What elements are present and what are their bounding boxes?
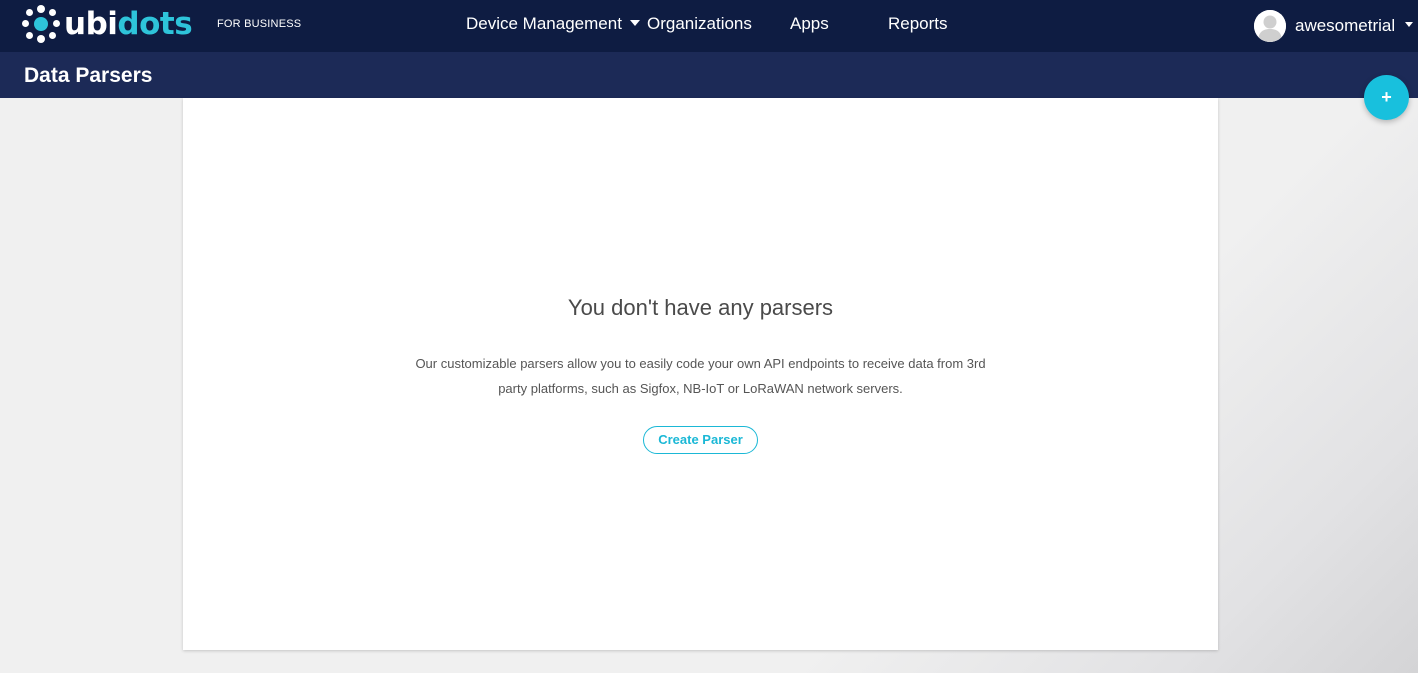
user-menu[interactable]: awesometrial — [1254, 10, 1414, 42]
nav-organizations[interactable]: Organizations — [647, 14, 752, 34]
logo-wordmark: ubidots — [64, 6, 193, 42]
nav-device-management[interactable]: Device Management — [466, 14, 640, 34]
empty-state-title: You don't have any parsers — [567, 295, 834, 320]
top-navbar: ubidots FOR BUSINESS Device Management O… — [0, 0, 1418, 52]
add-parser-button[interactable]: + — [1364, 75, 1409, 120]
empty-state-description: Our customizable parsers allow you to ea… — [415, 356, 986, 396]
nav-reports[interactable]: Reports — [888, 14, 948, 34]
create-parser-button[interactable]: Create Parser — [643, 426, 758, 454]
content-card: You don't have any parsers Our customiza… — [183, 98, 1218, 650]
brand-tagline: FOR BUSINESS — [217, 18, 302, 30]
chevron-down-icon — [629, 20, 640, 27]
user-name: awesometrial — [1295, 16, 1396, 35]
nav-apps[interactable]: Apps — [790, 14, 829, 34]
ubidots-logo[interactable]: ubidots — [22, 5, 193, 43]
chevron-down-icon — [1405, 22, 1414, 27]
page-title: Data Parsers — [24, 64, 153, 87]
logo-dots-icon — [22, 5, 60, 43]
user-avatar-icon — [1254, 10, 1286, 42]
nav-device-management-label: Device Management — [466, 14, 622, 33]
page-header: Data Parsers — [0, 52, 1418, 98]
